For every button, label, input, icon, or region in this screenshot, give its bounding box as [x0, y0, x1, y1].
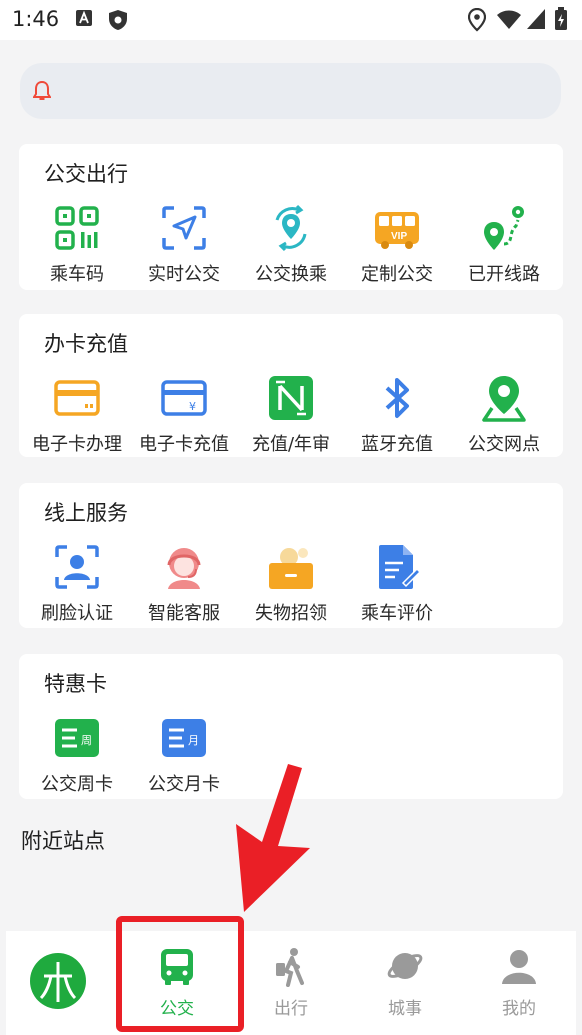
item-face-auth[interactable]: 刷脸认证	[24, 543, 130, 625]
customer-service-icon	[167, 548, 201, 589]
section-title: 特惠卡	[44, 672, 107, 696]
tab-label: 城事	[388, 999, 422, 1019]
route-pin-icon	[484, 206, 524, 250]
map-pin-icon	[482, 376, 526, 422]
navigation-arrow-icon	[162, 206, 206, 250]
svg-text:VIP: VIP	[391, 231, 407, 242]
battery-icon	[555, 7, 567, 30]
review-document-icon	[379, 545, 421, 589]
item-label: 电子卡办理	[32, 434, 122, 455]
section-card-recharge: 办卡充值 电子卡办理 ¥ 电子卡充值 充值/年审 蓝牙充值 公交网点	[19, 314, 563, 457]
nearby-stations-title: 附近站点	[21, 829, 105, 853]
notice-bar[interactable]	[20, 63, 561, 119]
a-notification-icon	[76, 10, 92, 26]
item-label: 公交网点	[468, 434, 540, 455]
walking-traveler-icon	[276, 948, 304, 987]
nfc-icon	[269, 376, 313, 420]
item-realtime-bus[interactable]: 实时公交	[131, 204, 237, 286]
vip-bus-icon: VIP	[375, 212, 419, 249]
tab-mine[interactable]: 我的	[462, 931, 576, 1035]
item-ride-review[interactable]: 乘车评价	[344, 543, 450, 625]
signal-icon	[527, 9, 545, 29]
card-badge-text: 周	[81, 734, 92, 747]
card-icon	[54, 380, 100, 416]
item-custom-bus[interactable]: VIP 定制公交	[344, 204, 450, 286]
planet-icon	[387, 953, 423, 979]
tab-label: 出行	[274, 999, 308, 1019]
item-bus-transfer[interactable]: 公交换乘	[238, 204, 344, 286]
monthly-card-icon: 月	[162, 719, 206, 757]
item-label: 失物招领	[255, 603, 327, 624]
tab-city[interactable]: 城事	[348, 931, 462, 1035]
svg-text:¥: ¥	[189, 400, 196, 413]
item-label: 蓝牙充值	[361, 434, 433, 455]
item-label: 电子卡充值	[139, 434, 229, 455]
qr-code-icon	[55, 206, 99, 250]
item-label: 智能客服	[148, 603, 220, 624]
item-label: 公交换乘	[255, 264, 327, 285]
section-online-services: 线上服务 刷脸认证 智能客服 失物招领 乘车评价	[19, 483, 563, 628]
item-label: 乘车码	[50, 264, 104, 285]
section-title: 线上服务	[44, 501, 128, 525]
weekly-card-icon: 周	[55, 719, 99, 757]
highlight-box	[116, 916, 244, 1032]
card-badge-text: 月	[188, 734, 199, 747]
item-lost-found[interactable]: 失物招领	[238, 543, 344, 625]
bottom-tab-bar: 公交 出行 城事 我的	[6, 931, 576, 1035]
item-bus-outlets[interactable]: 公交网点	[451, 374, 557, 456]
item-label: 实时公交	[148, 264, 220, 285]
item-ecard-apply[interactable]: 电子卡办理	[24, 374, 130, 456]
wifi-icon	[497, 10, 521, 29]
item-ecard-recharge[interactable]: ¥ 电子卡充值	[131, 374, 237, 456]
shield-icon	[109, 10, 127, 30]
item-ride-code[interactable]: 乘车码	[24, 204, 130, 286]
item-label: 刷脸认证	[41, 603, 113, 624]
app-logo-icon	[30, 953, 86, 1009]
item-label: 定制公交	[361, 264, 433, 285]
item-open-routes[interactable]: 已开线路	[451, 204, 557, 286]
location-icon	[468, 8, 486, 32]
person-icon	[502, 950, 536, 984]
tab-travel[interactable]: 出行	[234, 931, 348, 1035]
item-bluetooth-recharge[interactable]: 蓝牙充值	[344, 374, 450, 456]
status-bar: 1:46	[0, 0, 582, 40]
item-smart-service[interactable]: 智能客服	[131, 543, 237, 625]
section-title: 公交出行	[44, 162, 128, 186]
tab-home-logo[interactable]	[6, 931, 120, 1035]
item-label: 已开线路	[468, 264, 540, 285]
item-recharge-annual[interactable]: 充值/年审	[238, 374, 344, 456]
lost-found-box-icon	[269, 548, 313, 589]
status-time: 1:46	[12, 7, 60, 31]
bluetooth-icon	[385, 378, 409, 418]
red-pointer-arrow	[236, 764, 310, 912]
section-bus-travel: 公交出行 乘车码 实时公交 公交换乘 VIP 定制公交 已开线路	[19, 144, 563, 290]
bell-icon	[33, 80, 51, 100]
item-label: 乘车评价	[361, 603, 433, 624]
item-weekly-card[interactable]: 周 公交周卡	[24, 714, 130, 796]
transfer-location-icon	[275, 204, 307, 252]
item-label: 充值/年审	[251, 434, 331, 455]
tab-label: 我的	[502, 999, 536, 1019]
face-scan-icon	[55, 545, 99, 589]
card-yuan-icon: ¥	[161, 380, 207, 416]
item-label: 公交周卡	[41, 774, 113, 795]
section-title: 办卡充值	[44, 332, 128, 356]
